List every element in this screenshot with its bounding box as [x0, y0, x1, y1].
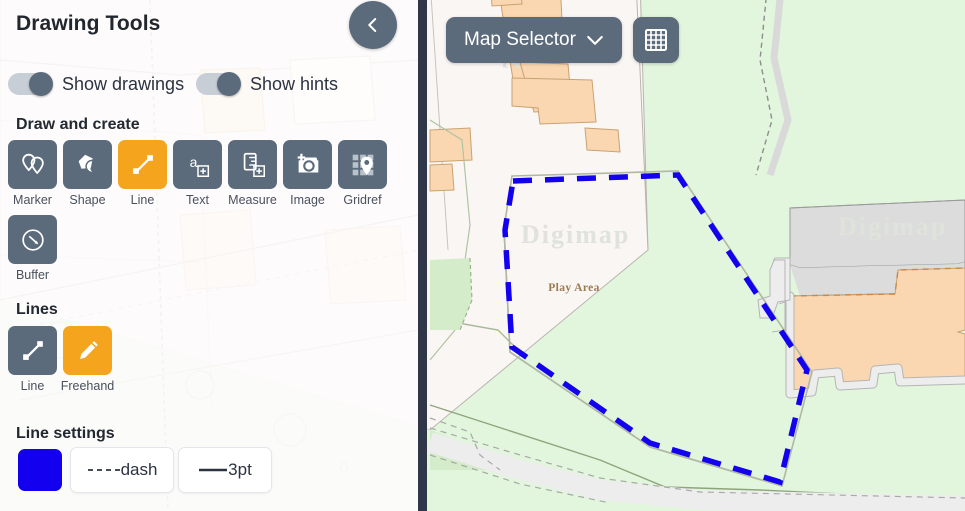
tool-marker[interactable]: Marker [5, 140, 60, 207]
measure-add-icon [243, 152, 265, 177]
tool-image-button[interactable] [283, 140, 332, 189]
tool-lines-line-label: Line [20, 379, 45, 393]
text-add-icon: a [189, 153, 209, 177]
tool-marker-button[interactable] [8, 140, 57, 189]
show-hints-label: Show hints [250, 73, 339, 94]
map-label-play-area: Play Area [548, 282, 600, 294]
gridref-pin-icon [352, 154, 373, 175]
tool-line-label: Line [130, 193, 155, 207]
tool-image[interactable]: Image [280, 140, 335, 207]
digimap-drawing-tools-screen: 77 [0, 0, 965, 511]
buffer-icon [21, 228, 44, 251]
tool-lines-line[interactable]: Line [5, 326, 60, 393]
tool-shape-button[interactable] [63, 140, 112, 189]
panel-map-divider [418, 0, 427, 511]
tool-buffer[interactable]: Buffer [5, 215, 60, 282]
tool-image-label: Image [290, 193, 325, 207]
tool-marker-label: Marker [13, 193, 52, 207]
draw-and-create-tools: Marker Shape Line a Text Measure Image G… [5, 140, 390, 207]
tool-shape[interactable]: Shape [60, 140, 115, 207]
buffer-tool-group: Buffer [5, 215, 60, 282]
width-preview-icon [199, 468, 228, 472]
show-drawings-label: Show drawings [62, 73, 185, 94]
tool-freehand-button[interactable] [63, 326, 112, 375]
marker-pins-icon [21, 153, 44, 174]
tool-freehand[interactable]: Freehand [60, 326, 115, 393]
grid-icon [644, 29, 667, 51]
tool-shape-label: Shape [69, 193, 106, 207]
tool-line-button[interactable] [118, 140, 167, 189]
chevron-down-icon [587, 35, 603, 45]
tool-text-button[interactable]: a [173, 140, 222, 189]
section-heading-line-settings: Line settings [16, 425, 115, 442]
map-selector-button[interactable]: Map Selector [446, 17, 622, 63]
section-heading-draw-and-create: Draw and create [16, 116, 140, 133]
tool-text[interactable]: a Text [170, 140, 225, 207]
tool-buffer-label: Buffer [15, 268, 50, 282]
show-hints-toggle-row: Show hints [196, 72, 339, 96]
collapse-panel-button[interactable] [349, 1, 397, 49]
tool-gridref[interactable]: Gridref [335, 140, 390, 207]
tool-text-label: Text [186, 193, 209, 207]
line-dash-style-label: dash [120, 460, 158, 479]
show-hints-switch[interactable] [196, 72, 241, 96]
map-selector-label: Map Selector [464, 29, 576, 50]
tool-measure-button[interactable] [228, 140, 277, 189]
show-drawings-toggle-row: Show drawings [8, 72, 185, 96]
show-drawings-switch[interactable] [8, 72, 53, 96]
chevron-left-icon [368, 18, 377, 32]
tool-measure[interactable]: Measure [225, 140, 280, 207]
line-dash-style-button[interactable]: dash [70, 447, 174, 493]
grid-overlay-button[interactable] [632, 17, 679, 63]
tool-gridref-label: Gridref [343, 193, 382, 207]
line-icon [22, 340, 43, 360]
tool-freehand-label: Freehand [60, 379, 115, 393]
map-controls-bar: Map Selector [446, 17, 679, 63]
lines-tools: Line Freehand [5, 326, 115, 393]
tool-measure-label: Measure [228, 193, 277, 207]
tool-buffer-button[interactable] [8, 215, 57, 264]
tool-line[interactable]: Line [115, 140, 170, 207]
svg-text:Digimap: Digimap [838, 212, 947, 241]
line-color-swatch[interactable] [18, 449, 62, 491]
page-title: Drawing Tools [16, 12, 161, 35]
image-add-icon [297, 153, 318, 172]
tool-lines-line-button[interactable] [8, 326, 57, 375]
pencil-icon [79, 340, 98, 359]
line-width-label: 3pt [228, 460, 252, 479]
svg-text:Digimap: Digimap [521, 220, 630, 249]
shape-icon [78, 154, 99, 173]
tool-gridref-button[interactable] [338, 140, 387, 189]
line-icon [132, 154, 153, 174]
line-width-button[interactable]: 3pt [178, 447, 272, 493]
svg-text:a: a [189, 153, 197, 169]
dash-preview-icon [87, 469, 120, 471]
section-heading-lines: Lines [16, 301, 58, 318]
drawing-tools-panel: Drawing Tools Show drawings Show hints D… [0, 0, 418, 511]
